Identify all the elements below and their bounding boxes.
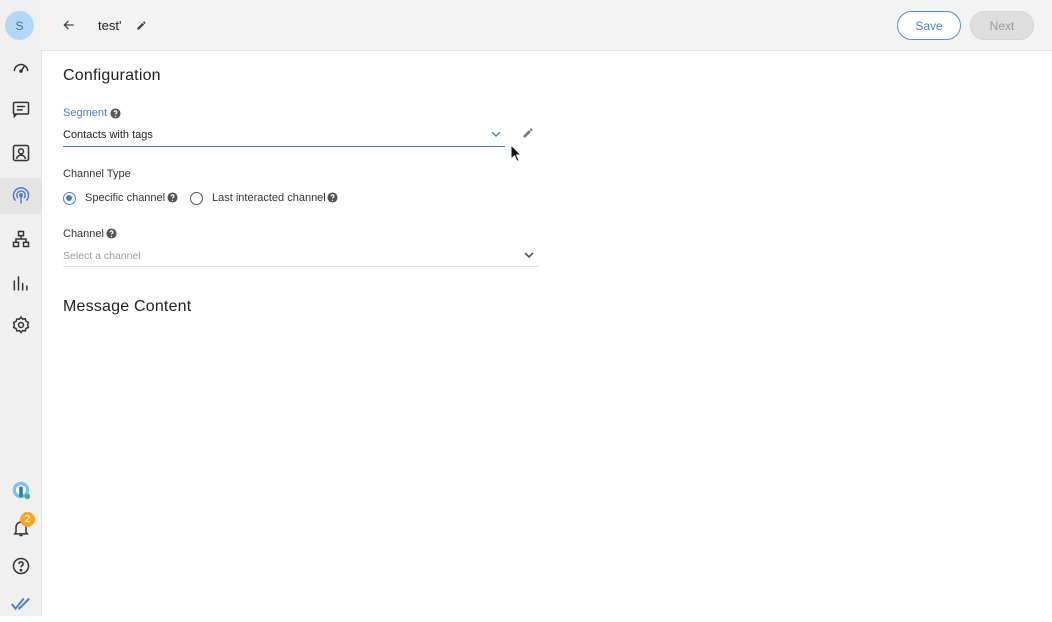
channel-select[interactable]: Select a channel: [63, 246, 538, 267]
sidebar-item-dashboard[interactable]: [0, 49, 41, 85]
page-title: test': [98, 18, 122, 33]
last-interacted-help-icon[interactable]: [327, 192, 338, 203]
save-button[interactable]: Save: [897, 11, 961, 40]
segment-label: Segment: [63, 107, 108, 119]
dashboard-icon: [13, 63, 28, 73]
avatar[interactable]: S: [5, 11, 34, 40]
pencil-icon: [136, 20, 146, 30]
segment-value: Contacts with tags: [63, 129, 153, 141]
notification-badge: 2: [20, 512, 35, 527]
segment-select[interactable]: Contacts with tags: [63, 126, 505, 147]
avatar-initial: S: [15, 18, 24, 33]
next-button[interactable]: Next: [970, 11, 1034, 40]
segment-help-icon[interactable]: [110, 108, 121, 119]
radio-specific-channel[interactable]: Specific channel: [63, 190, 165, 206]
sidebar-item-reports[interactable]: [0, 265, 41, 301]
chevron-down-icon: [524, 252, 534, 259]
channel-label: Channel: [63, 228, 104, 240]
logo-button[interactable]: [0, 586, 41, 622]
radio-last-interacted-channel[interactable]: Last interacted channel: [190, 190, 326, 206]
back-button[interactable]: [60, 14, 78, 36]
radio-label: Specific channel: [85, 192, 166, 204]
mouse-cursor-icon: [510, 144, 522, 162]
reports-icon: [13, 276, 28, 291]
sidebar-item-settings[interactable]: [0, 307, 41, 343]
brand-icon: [12, 481, 30, 500]
radio-button-unchecked[interactable]: [190, 191, 203, 205]
sidebar-item-chat[interactable]: [0, 91, 41, 127]
settings-icon: [12, 315, 29, 334]
chevron-down-icon: [491, 131, 501, 138]
flow-icon: [12, 230, 29, 248]
chat-icon: [12, 101, 29, 119]
arrow-left-icon: [63, 20, 74, 30]
configuration-heading: Configuration: [63, 67, 161, 84]
help-button[interactable]: [0, 548, 41, 584]
contacts-icon: [12, 144, 29, 162]
message-content-heading: Message Content: [63, 298, 192, 315]
pencil-icon: [523, 128, 533, 138]
broadcast-icon: [12, 187, 29, 204]
sidebar-item-broadcast[interactable]: [0, 178, 41, 214]
checkmark-logo-icon: [10, 597, 30, 611]
specific-channel-help-icon[interactable]: [167, 192, 178, 203]
channel-placeholder: Select a channel: [63, 250, 141, 262]
help-icon: [12, 557, 29, 575]
radio-label: Last interacted channel: [212, 192, 326, 204]
channel-type-label: Channel Type: [63, 168, 131, 180]
radio-button-checked[interactable]: [63, 191, 76, 205]
edit-title-button[interactable]: [134, 17, 148, 33]
sidebar-item-contacts[interactable]: [0, 135, 41, 171]
channel-help-icon[interactable]: [106, 228, 117, 239]
sidebar-item-flows[interactable]: [0, 221, 41, 257]
sidebar: S 2: [0, 0, 42, 616]
edit-segment-button[interactable]: [521, 126, 535, 140]
brand-button[interactable]: [0, 472, 41, 508]
